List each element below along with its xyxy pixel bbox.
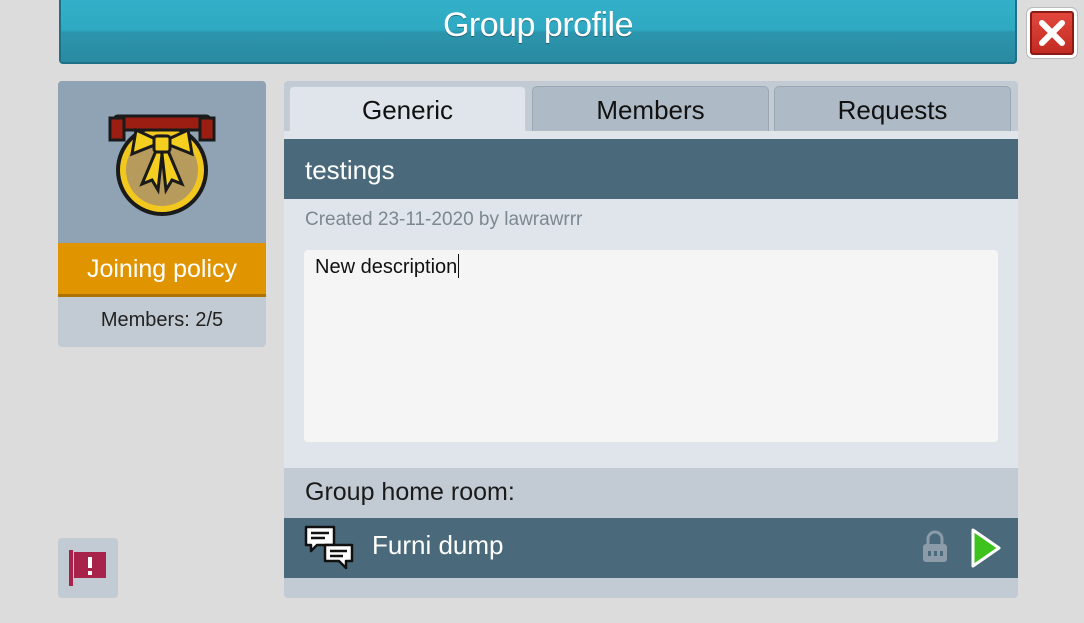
home-room-row[interactable]: Furni dump <box>284 518 1018 578</box>
play-arrow-icon[interactable] <box>970 527 1002 569</box>
generic-tab-content: Created 23-11-2020 by lawrawrrr New desc… <box>284 199 1018 468</box>
group-name: testings <box>284 139 1018 199</box>
created-info: Created 23-11-2020 by lawrawrrr <box>305 209 583 230</box>
close-icon <box>1030 11 1074 55</box>
text-caret <box>458 254 460 278</box>
home-room-label: Group home room: <box>305 478 515 506</box>
tab-underline <box>284 131 1018 139</box>
chat-bubbles-icon <box>304 525 354 570</box>
group-main-panel: Generic Members Requests testings Create… <box>284 81 1018 598</box>
description-text: New description <box>315 256 458 278</box>
home-room-name: Furni dump <box>372 530 504 560</box>
tab-members[interactable]: Members <box>532 86 769 131</box>
joining-policy-button[interactable]: Joining policy <box>58 243 266 297</box>
window-title: Group profile <box>442 6 634 44</box>
badge-area <box>58 81 266 243</box>
close-button[interactable] <box>1027 8 1077 58</box>
window-titlebar[interactable]: Group profile <box>59 0 1017 64</box>
lock-icon <box>923 530 947 562</box>
tab-generic[interactable]: Generic <box>289 86 526 131</box>
description-textarea[interactable]: New description <box>304 250 998 442</box>
members-count: Members: 2/5 <box>100 309 224 331</box>
report-button[interactable] <box>58 538 118 598</box>
group-badge-icon <box>108 114 216 216</box>
group-info-panel: Joining policy Members: 2/5 <box>58 81 266 347</box>
report-flag-icon <box>69 550 106 586</box>
tab-requests[interactable]: Requests <box>774 86 1011 131</box>
